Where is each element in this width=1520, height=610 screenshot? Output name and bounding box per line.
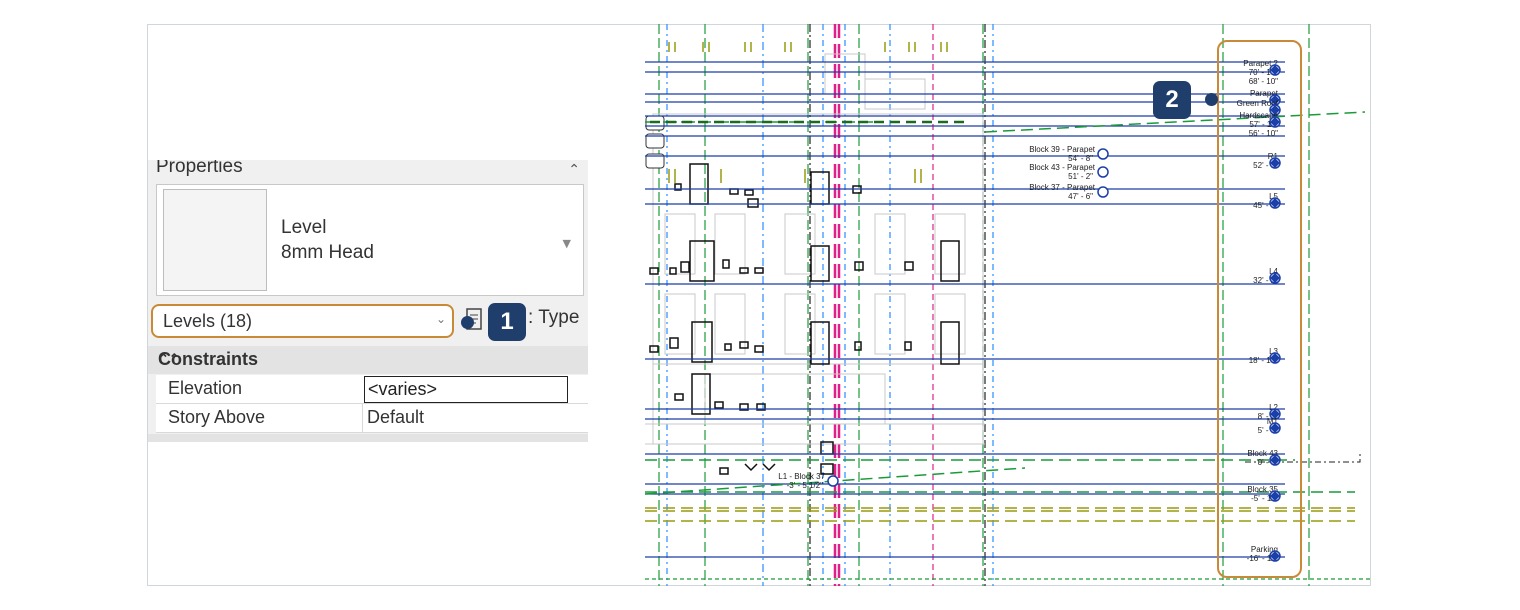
level-name: Block 37 - Parapet: [1029, 183, 1096, 192]
level-heads-highlight: [1217, 40, 1302, 578]
callout-pointer-dot: [461, 316, 474, 329]
level-head-symbol: [1097, 186, 1109, 198]
property-key: Story Above: [168, 407, 266, 427]
edit-type-label[interactable]: : Type: [528, 307, 579, 329]
level-elevation: 47' - 6": [1068, 192, 1093, 201]
properties-panel: Properties ⌃ Level 8mm Head ▼ Levels (18…: [148, 160, 588, 442]
collapse-section-icon[interactable]: ⌃⌃: [158, 351, 578, 367]
property-row-story-above: Story Above Default: [156, 404, 588, 433]
chevron-down-icon: ⌄: [435, 312, 446, 326]
story-above-value-cell[interactable]: Default: [362, 404, 588, 433]
chevron-down-icon[interactable]: ▼: [563, 237, 571, 250]
level-head: Block 43 - Parapet51' - 2": [1029, 163, 1109, 181]
property-row-elevation: Elevation <varies>: [156, 375, 588, 404]
properties-title: Properties: [156, 160, 243, 177]
level-name: Block 39 - Parapet: [1029, 145, 1096, 154]
property-value: <varies>: [368, 379, 438, 399]
callout-pointer-dot: [1205, 93, 1218, 106]
level-head: Block 37 - Parapet47' - 6": [1029, 183, 1109, 201]
type-selector-preview[interactable]: Level 8mm Head ▼: [156, 184, 584, 296]
family-name: Level: [281, 217, 327, 238]
elevation-value-field[interactable]: <varies>: [364, 376, 568, 403]
collapse-icon[interactable]: ⌃: [568, 162, 580, 178]
level-head-symbol: [827, 475, 839, 487]
callout-badge-1: 1: [488, 303, 526, 341]
next-section-header: [148, 434, 588, 442]
level-head-symbol: [1097, 166, 1109, 178]
level-elevation: 54' - 8": [1068, 154, 1093, 163]
level-head: Block 39 - Parapet54' - 8": [1029, 145, 1109, 163]
level-elevation: -3' - 5 1/2": [787, 481, 824, 490]
instance-filter-dropdown[interactable]: Levels (18) ⌄: [151, 304, 454, 338]
level-name: L1 - Block 37: [778, 472, 825, 481]
type-thumbnail: [163, 189, 267, 291]
type-name: 8mm Head: [281, 242, 374, 263]
property-value: Default: [367, 407, 425, 427]
level-name: Block 43 - Parapet: [1029, 163, 1096, 172]
instance-filter-value: Levels (18): [163, 311, 253, 331]
level-head-symbol: [1097, 148, 1109, 160]
level-elevation: 51' - 2": [1068, 172, 1093, 181]
constraints-section[interactable]: Constraints ⌃⌃: [148, 346, 588, 374]
callout-badge-2: 2: [1153, 81, 1191, 119]
property-key: Elevation: [168, 378, 243, 398]
